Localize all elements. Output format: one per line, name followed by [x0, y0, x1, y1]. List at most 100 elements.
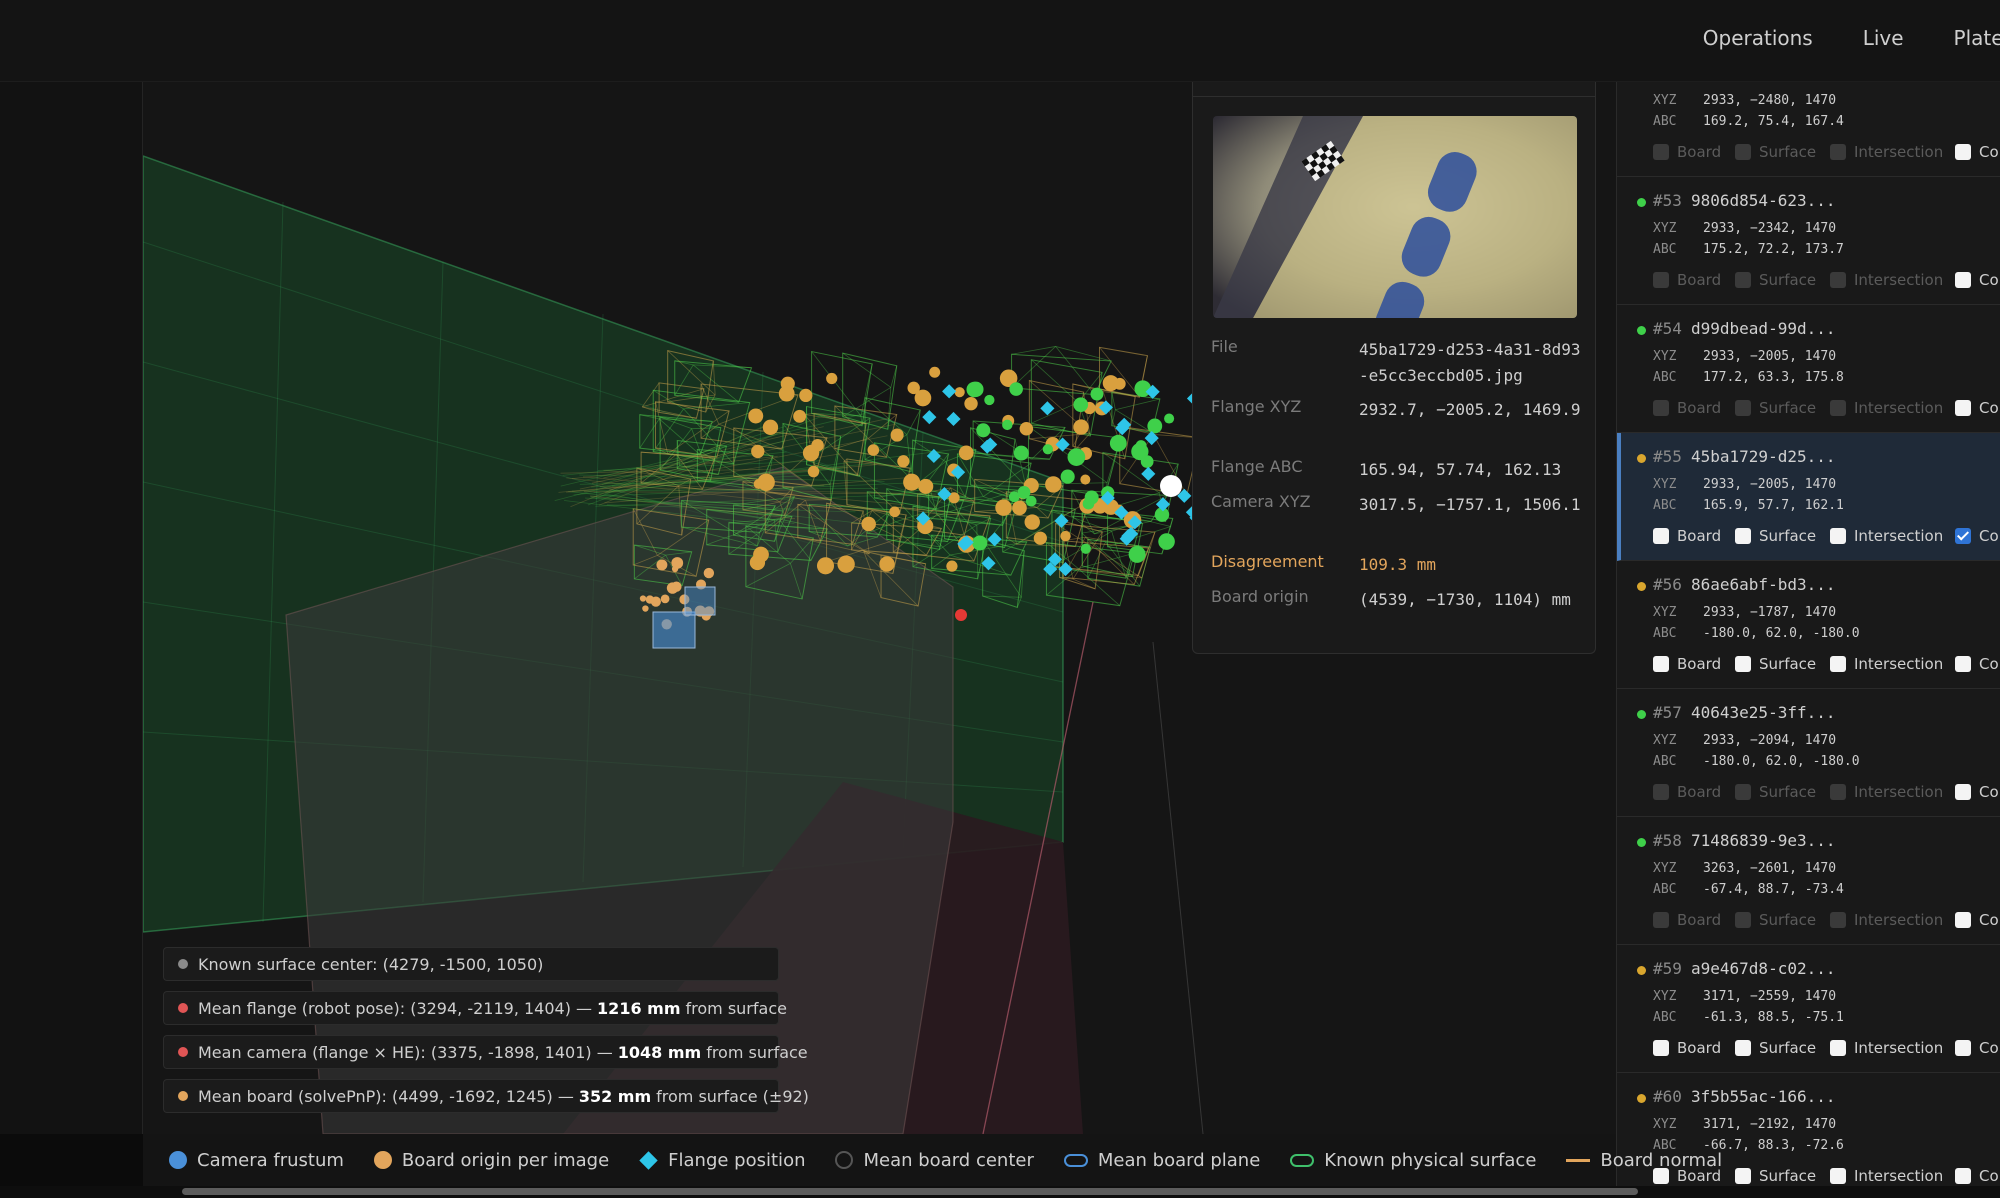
checkbox-box[interactable]: [1830, 784, 1846, 800]
checkbox-box[interactable]: [1955, 1168, 1971, 1184]
checkbox-surface[interactable]: Surface: [1735, 911, 1816, 929]
checkbox-cut[interactable]: Co: [1955, 1167, 1999, 1185]
detail-value: 2932.7, −2005.2, 1469.9: [1359, 400, 1581, 419]
checkbox-intersection[interactable]: Intersection: [1830, 655, 1943, 673]
checkbox-board[interactable]: Board: [1653, 1039, 1721, 1057]
scrollbar-thumb[interactable]: [182, 1188, 1638, 1195]
checkbox-cut[interactable]: Co: [1955, 783, 1999, 801]
checkbox-box[interactable]: [1653, 656, 1669, 672]
checkbox-cut[interactable]: Co: [1955, 399, 1999, 417]
checkbox-surface[interactable]: Surface: [1735, 1167, 1816, 1185]
image-card[interactable]: #57 40643e25-3ff... XYZ 2933, −2094, 1470 AB…: [1617, 689, 2000, 817]
checkbox-board[interactable]: Board: [1653, 143, 1721, 161]
image-thumbnail[interactable]: [1213, 116, 1577, 318]
legend-item[interactable]: Known physical surface: [1290, 1150, 1536, 1171]
image-card[interactable]: #55 45ba1729-d25... XYZ 2933, −2005, 1470 AB…: [1617, 433, 2000, 561]
checkbox-cut[interactable]: Co: [1955, 143, 1999, 161]
image-card[interactable]: #58 71486839-9e3... XYZ 3263, −2601, 1470 AB…: [1617, 817, 2000, 945]
image-list-panel[interactable]: XYZ 2933, −2480, 1470 ABC 169.2, 75.4, 167.…: [1616, 82, 2000, 1186]
camera-point: [972, 535, 988, 551]
checkbox-box[interactable]: [1955, 272, 1971, 288]
legend-item[interactable]: Flange position: [639, 1150, 805, 1171]
checkbox-box[interactable]: [1955, 784, 1971, 800]
checkbox-board[interactable]: Board: [1653, 783, 1721, 801]
checkbox-surface[interactable]: Surface: [1735, 143, 1816, 161]
checkbox-box[interactable]: [1830, 1040, 1846, 1056]
checkbox-surface[interactable]: Surface: [1735, 399, 1816, 417]
checkbox-board[interactable]: Board: [1653, 399, 1721, 417]
checkbox-box[interactable]: [1735, 144, 1751, 160]
checkbox-intersection[interactable]: Intersection: [1830, 399, 1943, 417]
nav-plates[interactable]: Plates: [1954, 26, 2000, 50]
checkbox-cut[interactable]: Co: [1955, 655, 1999, 673]
legend-item[interactable]: Mean board plane: [1063, 1150, 1260, 1171]
checkbox-box[interactable]: [1653, 784, 1669, 800]
checkbox-intersection[interactable]: Intersection: [1830, 1039, 1943, 1057]
checkbox-board[interactable]: Board: [1653, 271, 1721, 289]
checkbox-box[interactable]: [1830, 272, 1846, 288]
camera-point: [1042, 444, 1053, 455]
checkbox-label: Board: [1677, 1039, 1722, 1057]
image-card[interactable]: #56 86ae6abf-bd3... XYZ 2933, −1787, 1470 AB…: [1617, 561, 2000, 689]
image-card[interactable]: XYZ 2933, −2480, 1470 ABC 169.2, 75.4, 167.…: [1617, 82, 2000, 177]
checkbox-board[interactable]: Board: [1653, 527, 1721, 545]
image-card[interactable]: #59 a9e467d8-c02... XYZ 3171, −2559, 1470 AB…: [1617, 945, 2000, 1073]
checkbox-box[interactable]: [1830, 656, 1846, 672]
checkbox-intersection[interactable]: Intersection: [1830, 1167, 1943, 1185]
checkbox-box[interactable]: [1653, 272, 1669, 288]
card-image-id: 86ae6abf-bd3...: [1691, 575, 1836, 594]
checkbox-board[interactable]: Board: [1653, 655, 1721, 673]
horizontal-scrollbar[interactable]: [0, 1186, 2000, 1198]
checkbox-box[interactable]: [1830, 1168, 1846, 1184]
checkbox-box[interactable]: [1735, 528, 1751, 544]
checkbox-box[interactable]: [1735, 1040, 1751, 1056]
detail-key: Camera XYZ: [1211, 492, 1311, 511]
checkbox-surface[interactable]: Surface: [1735, 271, 1816, 289]
checkbox-box[interactable]: [1653, 528, 1669, 544]
checkbox-box[interactable]: [1735, 784, 1751, 800]
checkbox-box[interactable]: [1955, 1040, 1971, 1056]
checkbox-surface[interactable]: Surface: [1735, 783, 1816, 801]
checkbox-box[interactable]: [1735, 656, 1751, 672]
checkbox-intersection[interactable]: Intersection: [1830, 911, 1943, 929]
checkbox-intersection[interactable]: Intersection: [1830, 783, 1943, 801]
checkbox-surface[interactable]: Surface: [1735, 655, 1816, 673]
checkbox-box[interactable]: [1653, 400, 1669, 416]
checkbox-box[interactable]: [1830, 144, 1846, 160]
checkbox-cut[interactable]: Co: [1955, 911, 1999, 929]
nav-operations[interactable]: Operations: [1703, 26, 1813, 50]
checkbox-box[interactable]: [1955, 144, 1971, 160]
legend-item[interactable]: Camera frustum: [169, 1150, 344, 1171]
legend-item[interactable]: Mean board center: [835, 1150, 1034, 1171]
board-origin-point: [807, 465, 820, 478]
checkbox-box[interactable]: [1955, 912, 1971, 928]
checkbox-box[interactable]: [1830, 400, 1846, 416]
image-card[interactable]: #53 9806d854-623... XYZ 2933, −2342, 1470 AB…: [1617, 177, 2000, 305]
checkbox-box[interactable]: [1735, 912, 1751, 928]
checkbox-intersection[interactable]: Intersection: [1830, 271, 1943, 289]
checkbox-box[interactable]: [1955, 528, 1971, 544]
checkbox-box[interactable]: [1955, 400, 1971, 416]
checkbox-box[interactable]: [1653, 912, 1669, 928]
checkbox-intersection[interactable]: Intersection: [1830, 143, 1943, 161]
legend-item[interactable]: Board normal: [1566, 1150, 1722, 1171]
checkbox-surface[interactable]: Surface: [1735, 1039, 1816, 1057]
checkbox-box[interactable]: [1735, 272, 1751, 288]
image-card[interactable]: #54 d99dbead-99d... XYZ 2933, −2005, 1470 AB…: [1617, 305, 2000, 433]
checkbox-box[interactable]: [1735, 1168, 1751, 1184]
checkbox-box[interactable]: [1653, 144, 1669, 160]
checkbox-intersection[interactable]: Intersection: [1830, 527, 1943, 545]
checkbox-cut[interactable]: Co: [1955, 271, 1999, 289]
checkbox-cut[interactable]: Co: [1955, 527, 1999, 545]
checkbox-box[interactable]: [1735, 400, 1751, 416]
checkbox-cut[interactable]: Co: [1955, 1039, 1999, 1057]
legend-item[interactable]: Board origin per image: [373, 1150, 609, 1171]
checkbox-box[interactable]: [1830, 528, 1846, 544]
checkbox-surface[interactable]: Surface: [1735, 527, 1816, 545]
checkbox-box[interactable]: [1955, 656, 1971, 672]
checkbox-label: Board: [1677, 399, 1722, 417]
checkbox-box[interactable]: [1653, 1040, 1669, 1056]
nav-live[interactable]: Live: [1863, 26, 1904, 50]
checkbox-box[interactable]: [1830, 912, 1846, 928]
checkbox-board[interactable]: Board: [1653, 911, 1721, 929]
